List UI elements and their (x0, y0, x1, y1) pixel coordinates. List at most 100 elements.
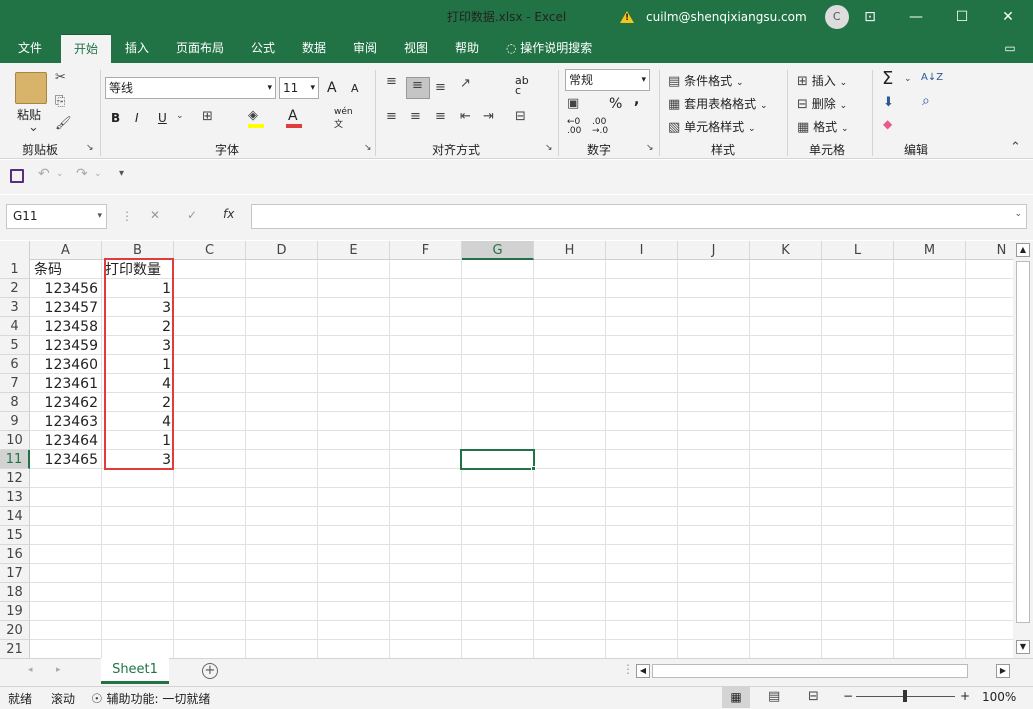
column-header-A[interactable]: A (30, 241, 102, 260)
increase-decimal-icon[interactable]: ←0.00 (567, 118, 581, 136)
column-header-C[interactable]: C (174, 241, 246, 260)
chevron-down-icon[interactable]: ⌄ (56, 169, 64, 179)
row-header-19[interactable]: 19 (0, 602, 30, 621)
save-icon[interactable] (10, 169, 24, 183)
cancel-icon[interactable]: ✕ (150, 208, 160, 222)
bottom-align-icon[interactable]: ≡ (435, 80, 446, 95)
decrease-decimal-icon[interactable]: .00 →.0 (592, 118, 608, 136)
normal-view-icon[interactable]: ▦ (722, 687, 750, 708)
grow-font-button[interactable]: A (327, 80, 337, 96)
alignment-launcher-icon[interactable]: ↘ (545, 143, 553, 153)
undo-icon[interactable]: ↶ (38, 166, 50, 182)
font-size-select[interactable]: 11 ▾ (279, 77, 319, 99)
active-cell-G11[interactable] (460, 449, 535, 470)
paste-icon[interactable] (15, 72, 47, 104)
cell-a[interactable]: 123456 (31, 280, 101, 299)
conditional-format-button[interactable]: ▤ 条件格式 ⌄ (668, 72, 744, 89)
sort-filter-icon[interactable]: A↓Z (921, 72, 943, 83)
tab-formulas[interactable]: 公式 (240, 34, 286, 63)
row-header-8[interactable]: 8 (0, 393, 30, 412)
format-as-table-button[interactable]: ▦ 套用表格格式 ⌄ (668, 95, 768, 112)
formula-bar-handle[interactable]: ⋮ (121, 209, 133, 223)
tab-file[interactable]: 文件 (8, 34, 52, 63)
formula-input[interactable]: ⌄ (251, 204, 1027, 229)
bold-button[interactable]: B (111, 111, 120, 125)
enter-icon[interactable]: ✓ (187, 208, 197, 222)
accessibility-status[interactable]: ☉ 辅助功能: 一切就绪 (91, 690, 210, 707)
insert-cells-button[interactable]: ⊞ 插入 ⌄ (797, 72, 847, 89)
avatar[interactable]: C (824, 5, 849, 29)
tab-insert[interactable]: 插入 (114, 34, 160, 63)
column-header-D[interactable]: D (246, 241, 318, 260)
align-right-icon[interactable]: ≡ (435, 109, 446, 124)
column-header-I[interactable]: I (606, 241, 678, 260)
number-launcher-icon[interactable]: ↘ (646, 143, 654, 153)
clipboard-launcher-icon[interactable]: ↘ (86, 143, 94, 153)
scroll-down-icon[interactable]: ▼ (1016, 640, 1030, 654)
find-select-icon[interactable]: ⌕ (922, 93, 930, 109)
sheet-tab[interactable]: Sheet1 (101, 658, 169, 684)
redo-icon[interactable]: ↷ (76, 166, 88, 182)
cell-A1[interactable]: 条码 (31, 261, 101, 280)
cell-a[interactable]: 123460 (31, 356, 101, 375)
wrap-text-icon[interactable]: ab c (515, 75, 529, 96)
cell-a[interactable]: 123457 (31, 299, 101, 318)
cell-a[interactable]: 123464 (31, 432, 101, 451)
fill-handle[interactable] (531, 466, 536, 471)
number-format-select[interactable]: 常规 ▾ (565, 69, 650, 91)
maximize-button[interactable]: ☐ (939, 0, 985, 34)
autosum-icon[interactable]: Σ (882, 68, 893, 89)
row-header-13[interactable]: 13 (0, 488, 30, 507)
column-header-G[interactable]: G (462, 241, 534, 260)
scroll-thumb[interactable] (1016, 261, 1030, 623)
shrink-font-button[interactable]: A (351, 82, 359, 95)
decrease-indent-icon[interactable]: ⇤ (460, 109, 471, 124)
cell-a[interactable]: 123458 (31, 318, 101, 337)
chevron-down-icon[interactable]: ⌄ (904, 74, 912, 84)
cell-a[interactable]: 123463 (31, 413, 101, 432)
column-header-N[interactable]: N (966, 241, 1013, 260)
comments-icon[interactable]: ▭ (995, 34, 1025, 63)
row-header-4[interactable]: 4 (0, 317, 30, 336)
percent-button[interactable]: % (609, 96, 622, 112)
zoom-slider-thumb[interactable] (903, 690, 907, 702)
row-header-16[interactable]: 16 (0, 545, 30, 564)
tab-data[interactable]: 数据 (291, 34, 337, 63)
row-header-3[interactable]: 3 (0, 298, 30, 317)
paste-dropdown-icon[interactable]: ⌄ (28, 120, 39, 135)
format-painter-icon[interactable]: 🖌 (55, 116, 72, 131)
middle-align-button[interactable]: ≡ (406, 77, 430, 99)
row-header-2[interactable]: 2 (0, 279, 30, 298)
row-header-12[interactable]: 12 (0, 469, 30, 488)
horizontal-scroll-thumb[interactable] (652, 664, 968, 678)
tab-review[interactable]: 审阅 (342, 34, 388, 63)
customize-qat-icon[interactable]: ▾ (119, 168, 124, 179)
column-header-E[interactable]: E (318, 241, 390, 260)
currency-icon[interactable]: ▣ (567, 96, 579, 111)
border-icon[interactable]: ⊞ (202, 109, 213, 124)
cell-styles-button[interactable]: ▧ 单元格样式 ⌄ (668, 118, 756, 135)
tab-page-layout[interactable]: 页面布局 (168, 34, 232, 63)
delete-cells-button[interactable]: ⊟ 删除 ⌄ (797, 95, 847, 112)
zoom-out-button[interactable]: − (843, 689, 853, 703)
worksheet-grid[interactable]: ABCDEFGHIJKLMN 1 2 3 4 5 6 7 8 9 10 11 12 13 14 15 16 17… (0, 241, 1013, 658)
orientation-icon[interactable]: ↗ (460, 76, 471, 91)
user-area[interactable]: ! cuilm@shenqixiangsu.com C (620, 0, 849, 34)
row-header-20[interactable]: 20 (0, 621, 30, 640)
column-header-F[interactable]: F (390, 241, 462, 260)
row-header-14[interactable]: 14 (0, 507, 30, 526)
increase-indent-icon[interactable]: ⇥ (483, 109, 494, 124)
minimize-button[interactable]: — (893, 0, 939, 34)
tab-view[interactable]: 视图 (393, 34, 439, 63)
tab-help[interactable]: 帮助 (444, 34, 490, 63)
scroll-left-icon[interactable]: ◀ (636, 664, 650, 678)
zoom-level[interactable]: 100% (982, 690, 1016, 704)
format-cells-button[interactable]: ▦ 格式 ⌄ (797, 118, 849, 135)
cell-a[interactable]: 123461 (31, 375, 101, 394)
add-sheet-icon[interactable]: + (202, 663, 218, 679)
scroll-up-icon[interactable]: ▲ (1016, 243, 1030, 257)
scroll-right-icon[interactable]: ▶ (996, 664, 1010, 678)
tell-me-search[interactable]: ◌ 操作说明搜索 (506, 34, 616, 63)
page-layout-view-icon[interactable]: ▤ (768, 689, 780, 704)
align-left-icon[interactable]: ≡ (386, 109, 397, 124)
